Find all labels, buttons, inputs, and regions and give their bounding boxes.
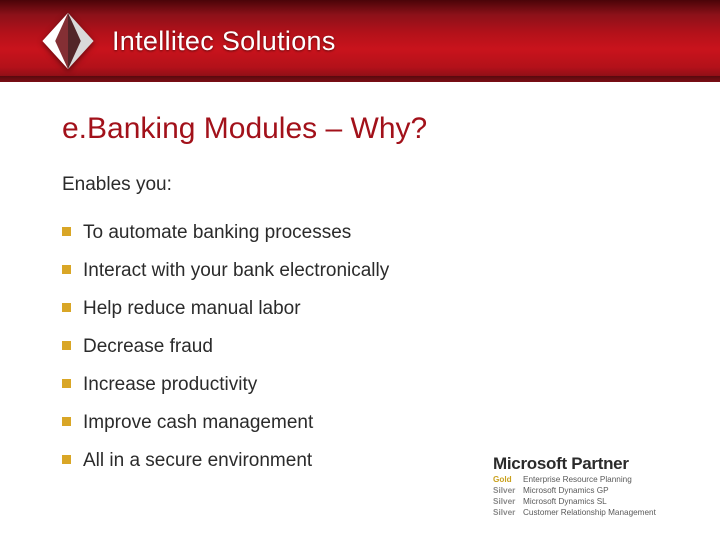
header-bar: Intellitec Solutions bbox=[0, 0, 720, 82]
tier-label: Gold bbox=[493, 474, 523, 485]
brand-name: Intellitec Solutions bbox=[112, 26, 336, 57]
partner-line: GoldEnterprise Resource Planning bbox=[493, 474, 698, 485]
list-item: Increase productivity bbox=[62, 366, 658, 404]
list-item: To automate banking processes bbox=[62, 214, 658, 252]
competency-label: Enterprise Resource Planning bbox=[523, 474, 632, 485]
bullet-icon bbox=[62, 341, 71, 350]
competency-label: Microsoft Dynamics SL bbox=[523, 496, 607, 507]
lead-text: Enables you: bbox=[62, 174, 658, 196]
bullet-list: To automate banking processes Interact w… bbox=[62, 214, 658, 480]
competency-label: Microsoft Dynamics GP bbox=[523, 485, 609, 496]
bullet-text: To automate banking processes bbox=[83, 222, 351, 243]
logo-diamond-icon bbox=[36, 9, 100, 73]
list-item: Decrease fraud bbox=[62, 328, 658, 366]
bullet-text: Decrease fraud bbox=[83, 336, 213, 357]
bullet-icon bbox=[62, 265, 71, 274]
bullet-icon bbox=[62, 379, 71, 388]
slide: Intellitec Solutions e.Banking Modules –… bbox=[0, 0, 720, 540]
partner-badge: Microsoft Partner GoldEnterprise Resourc… bbox=[493, 454, 698, 518]
competency-label: Customer Relationship Management bbox=[523, 507, 656, 518]
partner-line: SilverMicrosoft Dynamics SL bbox=[493, 496, 698, 507]
partner-line: SilverCustomer Relationship Management bbox=[493, 507, 698, 518]
list-item: Interact with your bank electronically bbox=[62, 252, 658, 290]
partner-line: SilverMicrosoft Dynamics GP bbox=[493, 485, 698, 496]
bullet-text: Increase productivity bbox=[83, 374, 257, 395]
tier-label: Silver bbox=[493, 496, 523, 507]
slide-title: e.Banking Modules – Why? bbox=[62, 112, 658, 146]
bullet-icon bbox=[62, 303, 71, 312]
bullet-text: Interact with your bank electronically bbox=[83, 260, 389, 281]
bullet-text: Help reduce manual labor bbox=[83, 298, 301, 319]
partner-heading: Microsoft Partner bbox=[493, 454, 698, 474]
bullet-text: All in a secure environment bbox=[83, 450, 312, 471]
bullet-icon bbox=[62, 417, 71, 426]
tier-label: Silver bbox=[493, 507, 523, 518]
bullet-text: Improve cash management bbox=[83, 412, 313, 433]
content-area: e.Banking Modules – Why? Enables you: To… bbox=[0, 82, 720, 480]
bullet-icon bbox=[62, 455, 71, 464]
list-item: Improve cash management bbox=[62, 404, 658, 442]
tier-label: Silver bbox=[493, 485, 523, 496]
bullet-icon bbox=[62, 227, 71, 236]
list-item: Help reduce manual labor bbox=[62, 290, 658, 328]
